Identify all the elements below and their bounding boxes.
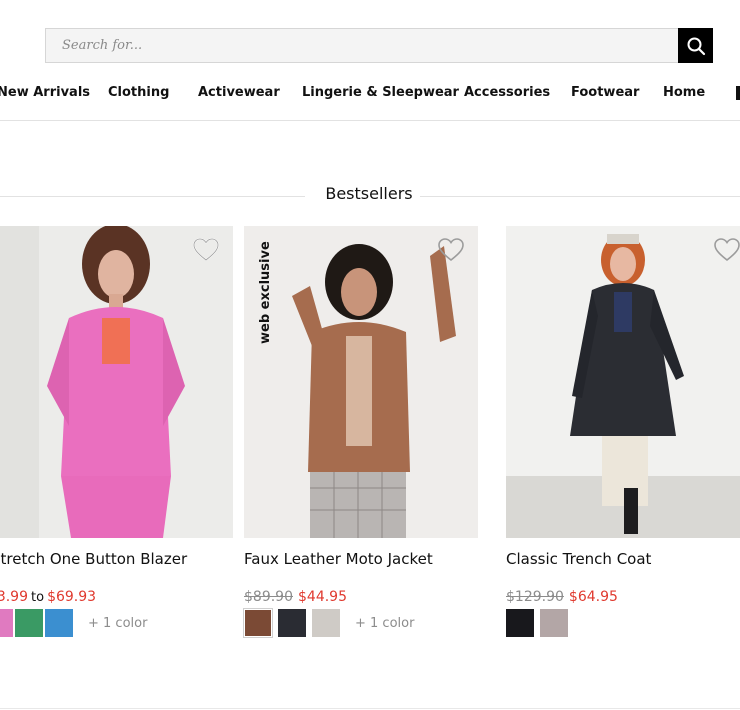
heart-icon[interactable] [438,238,464,262]
section-divider-right [420,196,740,197]
section-title: Bestsellers [325,184,413,203]
heart-icon[interactable] [714,238,740,262]
heart-icon[interactable] [193,238,219,262]
more-colors[interactable]: + 1 color [355,616,414,631]
swatch-taupe[interactable] [540,609,568,637]
swatch-black[interactable] [278,609,306,637]
product-price: $89.90 $44.95 [244,589,347,605]
nav-item-activewear[interactable]: Activewear [198,78,280,108]
product-price: $129.90 $64.95 [506,589,618,605]
product-name[interactable]: Stretch One Button Blazer [0,550,187,568]
color-swatches: + 1 color [0,609,147,637]
nav-divider [0,120,740,121]
product-image-blazer[interactable] [0,226,233,538]
product-name[interactable]: Faux Leather Moto Jacket [244,550,433,568]
swatch-blue[interactable] [45,609,73,637]
swatch-green[interactable] [15,609,43,637]
product-card[interactable]: web exclusive Faux Leather Moto Jacket $… [243,226,478,638]
price-sep: to [31,590,45,605]
original-price: $129.90 [506,589,564,605]
price-from: $13.99 [0,589,28,605]
price-to: $69.93 [47,589,97,605]
search-input[interactable] [46,29,680,62]
product-card[interactable]: Stretch One Button Blazer $13.99to$69.93… [0,226,233,637]
search-icon [687,37,705,55]
sale-price: $44.95 [298,589,347,605]
product-image-trench[interactable] [506,226,740,538]
color-swatches [506,609,570,637]
swatch-brown[interactable] [243,608,273,638]
search-bar [45,28,713,63]
more-colors[interactable]: + 1 color [88,616,147,631]
sale-price: $64.95 [568,589,618,605]
web-exclusive-tag: web exclusive [258,241,273,344]
nav-item-footwear[interactable]: Footwear [571,78,639,108]
color-swatches: + 1 color [243,608,414,638]
swatch-grey[interactable] [312,609,340,637]
product-name[interactable]: Classic Trench Coat [506,550,651,568]
nav-item-clothing[interactable]: Clothing [108,78,169,108]
swatch-pink[interactable] [0,609,13,637]
search-button[interactable] [678,28,713,63]
nav-item-new-arrivals[interactable]: New Arrivals [0,78,90,108]
original-price: $89.90 [244,589,293,605]
bottom-divider [0,708,740,709]
nav-item-cutoff [736,86,740,100]
product-image-jacket[interactable]: web exclusive [244,226,478,538]
swatch-black[interactable] [506,609,534,637]
nav-item-lingerie-sleepwear[interactable]: Lingerie & Sleepwear [302,78,459,108]
main-nav: New Arrivals Clothing Activewear Lingeri… [0,78,740,108]
nav-item-home[interactable]: Home [663,78,705,108]
product-price: $13.99to$69.93 [0,589,96,605]
section-divider-left [0,196,305,197]
nav-item-accessories[interactable]: Accessories [464,78,550,108]
product-card[interactable]: Classic Trench Coat $129.90 $64.95 [506,226,740,637]
